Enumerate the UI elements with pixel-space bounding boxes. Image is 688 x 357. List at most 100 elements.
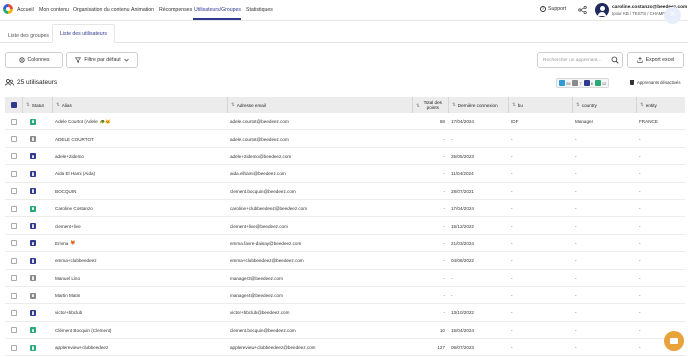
column-header-statut[interactable]: ⇅ Statut [22, 97, 52, 113]
email-value: victor+bbclub@beedeez.com [230, 310, 290, 316]
alias-cell[interactable]: Manuel Lino [55, 270, 227, 287]
alias-cell[interactable]: clement+live [55, 217, 227, 234]
row-checkbox[interactable] [10, 240, 17, 247]
alias-cell[interactable]: BOCQUIN [55, 183, 227, 200]
alias-cell[interactable]: victor+bbclub [55, 304, 227, 321]
row-checkbox[interactable] [10, 205, 17, 212]
row-checkbox[interactable] [10, 136, 17, 143]
last-value: 21/03/2024 [451, 240, 474, 246]
status-icon [30, 205, 36, 212]
table-row[interactable]: BOCQUIN clement.bocquin@beedeez.com -28/07… [5, 183, 685, 200]
user-count-label: 25 utilisateurs [17, 79, 58, 86]
alias-cell[interactable]: Adele Courtot (Adele 🐢🐱 [55, 113, 227, 130]
help-icon: ? [540, 6, 546, 12]
status-cell [30, 217, 50, 234]
table-row[interactable]: ADELE COURTOT adele.courtot@beedeez.com - -… [5, 130, 685, 148]
support-button[interactable]: ? Support [540, 6, 566, 12]
alias-cell[interactable]: emma+clubbeedeez [55, 252, 227, 269]
row-checkbox[interactable] [10, 170, 17, 177]
table-row[interactable]: emma+clubbeedeez emma+clubbeedeez@beedeez… [5, 252, 685, 270]
table-row[interactable]: Martin Matin manager4@beedeez.com - - - - - [5, 287, 685, 305]
alias-cell[interactable]: adele+2idemo [55, 148, 227, 165]
tab-liste-des-groupes[interactable]: Liste des groupes [3, 28, 54, 44]
table-row[interactable]: clement+live clement+live@beedeez.com -15/… [5, 217, 685, 235]
legend-count: 7 [579, 80, 582, 86]
search-icon[interactable] [611, 56, 619, 64]
bu-value: - [511, 153, 513, 159]
alias-cell[interactable]: Martin Matin [55, 287, 227, 304]
user-avatar[interactable] [595, 3, 609, 17]
country-cell: - [575, 235, 636, 252]
header-label: Total des points [423, 100, 442, 110]
app-logo[interactable] [3, 4, 13, 14]
table-row[interactable]: Aida El Hami (Aida) aida.elhami@beedeez.c… [5, 165, 685, 183]
status-icon [30, 257, 36, 264]
nav-item-recompenses[interactable]: Récompenses [159, 7, 192, 13]
status-square-icon [594, 80, 601, 86]
row-checkbox[interactable] [10, 309, 17, 316]
alias-cell[interactable]: applereview+clubbeedeez [55, 339, 227, 356]
row-checkbox[interactable] [10, 275, 17, 282]
column-header-points[interactable]: ⇅ Total des points [412, 97, 448, 113]
table-row[interactable]: Adele Courtot (Adele 🐢🐱 adele.courtot@beed… [5, 113, 685, 131]
search-learner-input[interactable]: Rechercher un apprenant... [537, 52, 623, 68]
default-filter-dropdown[interactable]: Filtre par défaut [66, 52, 138, 68]
row-checkbox[interactable] [10, 257, 17, 264]
column-header-alias[interactable]: ⇅ Alias [52, 97, 227, 113]
top-navigation: Accueil Mon contenu Organisation du cont… [0, 0, 688, 24]
table-row[interactable]: adele+2idemo adele+2idemo@beedeez.com -25/… [5, 148, 685, 166]
select-all-checkbox[interactable] [10, 102, 17, 108]
columns-button[interactable]: Colonnes [5, 52, 63, 68]
table-row[interactable]: applereview+clubbeedeez applereview+clubb… [5, 339, 685, 357]
table-row[interactable]: victor+bbclub victor+bbclub@beedeez.com -1… [5, 304, 685, 322]
nav-item-utilisateurs-groupes[interactable]: Utilisateurs/Groupes [194, 7, 241, 13]
table-row[interactable]: Manuel Lino manager3@beedeez.com - - - - - [5, 270, 685, 287]
column-header-email[interactable]: ⇅ Adresse email [227, 97, 412, 113]
chat-support-icon[interactable] [664, 331, 684, 351]
status-icon [30, 118, 36, 125]
row-checkbox[interactable] [10, 327, 17, 334]
table-row[interactable]: Caroline Costanzo caroline+clubbeedeez@be… [5, 200, 685, 218]
tab-liste-des-utilisateurs[interactable]: Liste des utilisateurs [52, 24, 115, 43]
row-checkbox[interactable] [10, 153, 17, 160]
table-row[interactable]: Clément Bocquin (Clement) clement.bocquin… [5, 322, 685, 340]
bu-cell: - [511, 130, 572, 147]
entity-value: - [639, 171, 641, 177]
row-checkbox[interactable] [10, 344, 17, 351]
row-select-cell [5, 200, 22, 217]
alias-cell[interactable]: Caroline Costanzo [55, 200, 227, 217]
country-value: - [575, 345, 577, 351]
points-cell: - [412, 165, 445, 182]
sort-icon: ⇅ [416, 102, 420, 108]
status-icon [30, 327, 36, 334]
alias-cell[interactable]: Clément Bocquin (Clement) [55, 322, 227, 339]
row-checkbox[interactable] [10, 292, 17, 299]
nav-item-animation[interactable]: Animation [131, 7, 154, 13]
column-header-entity[interactable]: ⇅ entity [636, 97, 685, 113]
row-checkbox[interactable] [10, 223, 17, 230]
nav-item-accueil[interactable]: Accueil [17, 7, 34, 13]
column-header-country[interactable]: ⇅ country [572, 97, 636, 113]
alias-value: adele+2idemo [55, 153, 84, 159]
alias-cell[interactable]: ADELE COURTOT [55, 130, 227, 147]
column-header-bu[interactable]: ⇅ bu [508, 97, 572, 113]
alias-cell[interactable]: Aida El Hami (Aida) [55, 165, 227, 182]
columns-label: Colonnes [27, 57, 50, 63]
sort-icon: ⇅ [56, 102, 60, 107]
table-row[interactable]: Emma 🦊 emma.favre-daisay@beedeez.com -21/03… [5, 235, 685, 253]
status-cell [30, 165, 50, 182]
last-value: 06/07/2023 [451, 345, 474, 351]
entity-cell: - [639, 304, 685, 321]
column-header-last-login[interactable]: ⇅ Dernière connexion [448, 97, 508, 113]
points-value: - [443, 310, 445, 316]
row-checkbox[interactable] [10, 188, 17, 195]
row-checkbox[interactable] [10, 118, 17, 125]
nav-item-mon-contenu[interactable]: Mon contenu [39, 7, 69, 13]
deactivated-learners-toggle[interactable]: Apprenants désactivés [630, 80, 680, 85]
export-excel-button[interactable]: Export excel [627, 52, 684, 68]
nav-item-statistiques[interactable]: Statistiques [246, 7, 273, 13]
alias-value: Caroline Costanzo [55, 206, 93, 212]
share-network-icon[interactable] [578, 6, 587, 14]
alias-cell[interactable]: Emma 🦊 [55, 235, 227, 252]
nav-item-organisation[interactable]: Organisation du contenu [73, 7, 130, 13]
